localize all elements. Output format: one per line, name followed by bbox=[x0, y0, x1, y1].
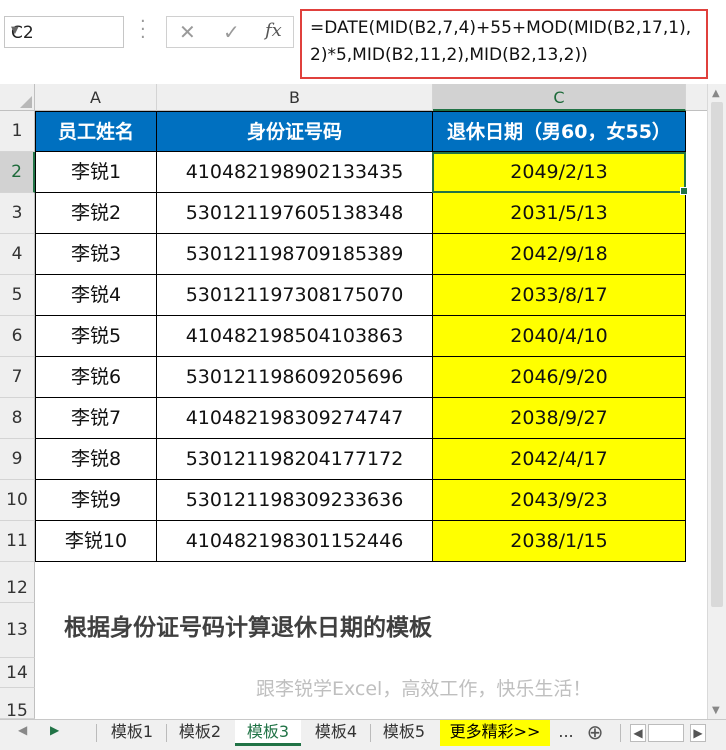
row-header-3[interactable]: 3 bbox=[0, 193, 35, 234]
column-header-d[interactable] bbox=[686, 84, 708, 111]
formula-text: =DATE(MID(B2,7,4)+55+MOD(MID(B2,17,1),2)… bbox=[310, 18, 692, 65]
cell-id[interactable]: 530121197605138348 bbox=[157, 193, 433, 234]
tab-separator bbox=[166, 724, 167, 742]
scroll-left-icon[interactable]: ◀ bbox=[630, 724, 646, 742]
row-header-6[interactable]: 6 bbox=[0, 316, 35, 357]
cell-id[interactable]: 530121198709185389 bbox=[157, 234, 433, 275]
scroll-right-icon[interactable]: ▶ bbox=[690, 724, 706, 742]
formula-buttons: ✕ ✓ fx bbox=[166, 16, 294, 48]
cell-name[interactable]: 李锐8 bbox=[35, 439, 157, 480]
cell-name[interactable]: 李锐10 bbox=[35, 521, 157, 562]
tab-separator bbox=[96, 724, 97, 742]
prev-sheet-icon[interactable]: ◀ bbox=[18, 723, 27, 737]
cell-name[interactable]: 李锐7 bbox=[35, 398, 157, 439]
cell-retire-date[interactable]: 2033/8/17 bbox=[433, 275, 686, 316]
cell-retire-date[interactable]: 2038/9/27 bbox=[433, 398, 686, 439]
template-title: 根据身份证号码计算退休日期的模板 bbox=[64, 615, 432, 641]
cell-name[interactable]: 李锐9 bbox=[35, 480, 157, 521]
active-cell-border bbox=[432, 152, 688, 195]
formula-input[interactable]: =DATE(MID(B2,7,4)+55+MOD(MID(B2,17,1),2)… bbox=[300, 9, 708, 79]
chevron-down-icon[interactable]: ▼ bbox=[11, 25, 117, 36]
row-header-10[interactable]: 10 bbox=[0, 480, 35, 521]
cell-id[interactable]: 530121197308175070 bbox=[157, 275, 433, 316]
row-header-14[interactable]: 14 bbox=[0, 658, 35, 688]
row-header-11[interactable]: 11 bbox=[0, 521, 35, 562]
scroll-up-icon[interactable]: ▲ bbox=[712, 88, 720, 99]
cell-retire-date[interactable]: 2040/4/10 bbox=[433, 316, 686, 357]
cell-name[interactable]: 李锐3 bbox=[35, 234, 157, 275]
cell-retire-date[interactable]: 2038/1/15 bbox=[433, 521, 686, 562]
slogan-text: 跟李锐学Excel，高效工作，快乐生活！ bbox=[256, 678, 592, 700]
cell-name[interactable]: 李锐6 bbox=[35, 357, 157, 398]
row-header-7[interactable]: 7 bbox=[0, 357, 35, 398]
sheet-tab-more[interactable]: 更多精彩>> bbox=[440, 720, 550, 746]
cell-id[interactable]: 410482198902133435 bbox=[157, 152, 433, 193]
formula-bar-area: C2 ▼ · · · ✕ ✓ fx =DATE(MID(B2,7,4)+55+MOD… bbox=[0, 0, 726, 85]
row-header-4[interactable]: 4 bbox=[0, 234, 35, 275]
vertical-scrollbar[interactable]: ▲ ▼ bbox=[707, 84, 726, 720]
sheet-tab-2[interactable]: 模板2 bbox=[168, 720, 232, 746]
row-header-2[interactable]: 2 bbox=[0, 152, 35, 193]
cell-retire-date[interactable]: 2046/9/20 bbox=[433, 357, 686, 398]
column-header-a[interactable]: A bbox=[35, 84, 157, 111]
add-sheet-icon[interactable]: ⊕ bbox=[582, 720, 608, 746]
select-all-corner[interactable] bbox=[0, 84, 35, 111]
splitter-handle[interactable]: · · · bbox=[140, 13, 148, 48]
cell-name[interactable]: 李锐1 bbox=[35, 152, 157, 193]
enter-icon[interactable]: ✓ bbox=[223, 20, 240, 44]
column-header-c[interactable]: C bbox=[433, 84, 686, 111]
header-cell-id[interactable]: 身份证号码 bbox=[157, 111, 433, 152]
horizontal-scrollbar-thumb[interactable] bbox=[648, 724, 684, 742]
cell-retire-date[interactable]: 2042/4/17 bbox=[433, 439, 686, 480]
header-cell-retire-date[interactable]: 退休日期（男60，女55） bbox=[433, 111, 686, 152]
cell-retire-date[interactable]: 2042/9/18 bbox=[433, 234, 686, 275]
cell-id[interactable]: 410482198301152446 bbox=[157, 521, 433, 562]
cell-id[interactable]: 530121198609205696 bbox=[157, 357, 433, 398]
sheet-tab-5[interactable]: 模板5 bbox=[372, 720, 436, 746]
sheet-tab-4[interactable]: 模板4 bbox=[304, 720, 368, 746]
cell-id[interactable]: 530121198204177172 bbox=[157, 439, 433, 480]
row-header-5[interactable]: 5 bbox=[0, 275, 35, 316]
row-header-15[interactable]: 15 bbox=[0, 688, 35, 721]
next-sheet-icon[interactable]: ▶ bbox=[50, 723, 59, 737]
cell-id[interactable]: 530121198309233636 bbox=[157, 480, 433, 521]
row-header-12[interactable]: 12 bbox=[0, 562, 35, 603]
cell-name[interactable]: 李锐4 bbox=[35, 275, 157, 316]
sheet-tab-1[interactable]: 模板1 bbox=[100, 720, 164, 746]
scrollbar-thumb[interactable] bbox=[711, 102, 723, 607]
sheet-tab-3-active[interactable]: 模板3 bbox=[235, 720, 301, 746]
cancel-icon[interactable]: ✕ bbox=[179, 20, 196, 44]
sheet-tab-bar: ◀ ▶ 模板1 模板2 模板3 模板4 模板5 更多精彩>> ... ⊕ ◀ ▶ bbox=[0, 719, 726, 750]
scroll-down-icon[interactable]: ▼ bbox=[712, 705, 720, 716]
row-header-8[interactable]: 8 bbox=[0, 398, 35, 439]
name-box[interactable]: C2 ▼ bbox=[4, 16, 124, 48]
tab-separator bbox=[370, 724, 371, 742]
cell-retire-date[interactable]: 2031/5/13 bbox=[433, 193, 686, 234]
tab-separator bbox=[620, 724, 621, 742]
row-header-9[interactable]: 9 bbox=[0, 439, 35, 480]
cell-id[interactable]: 410482198504103863 bbox=[157, 316, 433, 357]
header-cell-name[interactable]: 员工姓名 bbox=[35, 111, 157, 152]
row-header-1[interactable]: 1 bbox=[0, 111, 35, 152]
cell-name[interactable]: 李锐5 bbox=[35, 316, 157, 357]
row-header-13[interactable]: 13 bbox=[0, 603, 35, 658]
fx-icon[interactable]: fx bbox=[265, 20, 282, 41]
cell-name[interactable]: 李锐2 bbox=[35, 193, 157, 234]
column-header-b[interactable]: B bbox=[157, 84, 433, 111]
tab-overflow[interactable]: ... bbox=[553, 720, 579, 746]
cell-retire-date[interactable]: 2043/9/23 bbox=[433, 480, 686, 521]
cell-id[interactable]: 410482198309274747 bbox=[157, 398, 433, 439]
